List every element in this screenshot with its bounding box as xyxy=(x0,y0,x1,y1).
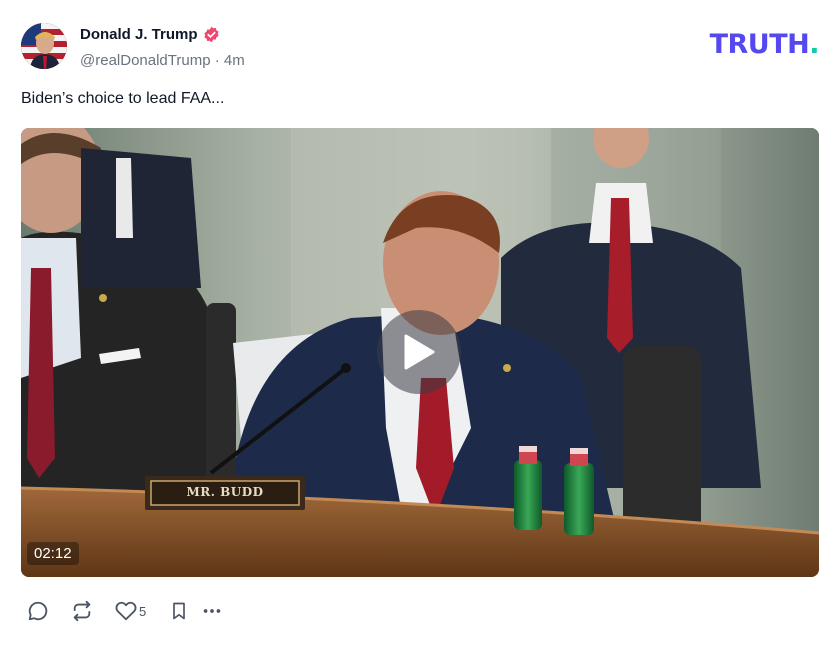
video-duration: 02:12 xyxy=(27,542,79,565)
more-button[interactable] xyxy=(201,598,233,624)
author-handle[interactable]: @realDonaldTrump xyxy=(80,52,211,69)
author-name[interactable]: Donald J. Trump xyxy=(80,26,198,43)
post-actions: 5 xyxy=(27,598,233,624)
logo-dot: . xyxy=(809,29,819,60)
nameplate-label: MR. BUDD xyxy=(186,485,264,499)
video-player[interactable]: MR. BUDD 02:12 xyxy=(21,128,819,577)
repost-icon xyxy=(73,600,91,622)
more-icon xyxy=(203,609,221,613)
repost-button[interactable] xyxy=(71,598,115,624)
avatar[interactable] xyxy=(21,23,67,69)
play-button[interactable] xyxy=(377,310,461,394)
bookmark-icon xyxy=(173,602,185,620)
reply-button[interactable] xyxy=(27,598,71,624)
meta-separator: · xyxy=(214,52,220,69)
truth-logo[interactable]: TRUTH. xyxy=(709,29,820,60)
reply-icon xyxy=(28,601,48,621)
logo-text: TRUTH xyxy=(709,29,810,60)
play-icon xyxy=(404,334,435,370)
bookmark-button[interactable] xyxy=(169,598,201,624)
like-count: 5 xyxy=(139,603,147,619)
post-time[interactable]: 4m xyxy=(224,52,245,69)
like-button[interactable]: 5 xyxy=(115,598,169,624)
author-block: Donald J. Trump @realDonaldTrump · 4m xyxy=(80,24,245,70)
post-text: Biden’s choice to lead FAA... xyxy=(21,90,225,107)
heart-icon xyxy=(115,601,137,621)
post-header: Donald J. Trump @realDonaldTrump · 4m TR… xyxy=(21,22,819,70)
verified-badge-icon xyxy=(203,26,220,43)
